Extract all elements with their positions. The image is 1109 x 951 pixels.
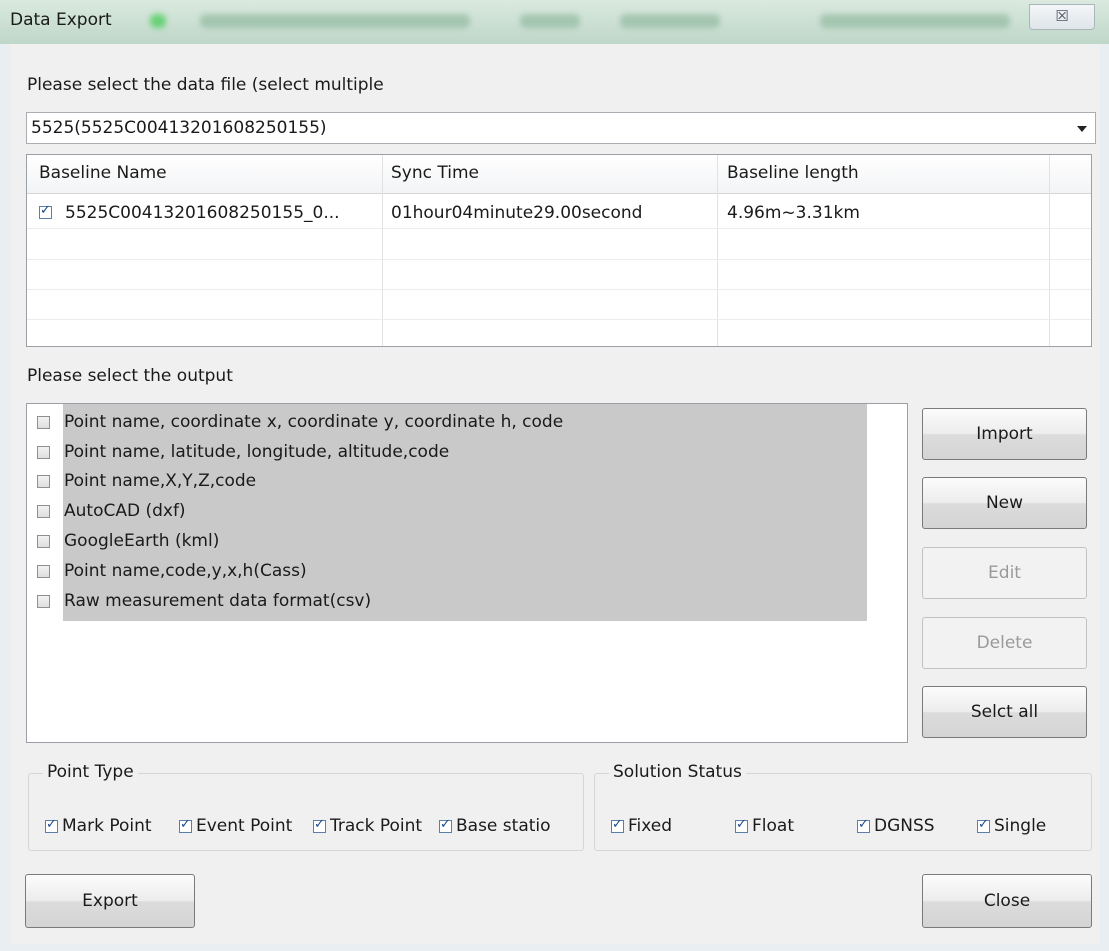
output-item[interactable]: GoogleEarth (kml) [37,531,219,561]
cell-sync-time: 01hour04minute29.00second [391,203,643,223]
close-window-button[interactable]: ☒ [1029,4,1095,30]
baseline-table: Baseline Name Sync Time Baseline length … [26,154,1092,347]
output-format-list: Point name, coordinate x, coordinate y, … [26,403,908,743]
point-type-group: Point Type Mark Point Event Point Track … [28,762,584,851]
column-header-baseline-name[interactable]: Baseline Name [39,163,167,183]
blurred-title-area [200,14,470,28]
row-checkbox[interactable] [39,202,52,222]
item-checkbox[interactable] [37,415,50,429]
import-button[interactable]: Import [922,408,1087,460]
chevron-down-icon [1077,126,1087,132]
column-header-sync-time[interactable]: Sync Time [391,163,479,183]
fixed-label: Fixed [628,816,673,836]
blurred-title-area [820,14,1010,28]
output-item[interactable]: AutoCAD (dxf) [37,501,186,531]
item-checkbox[interactable] [37,504,50,518]
float-label: Float [752,816,794,836]
output-item-label: Point name, latitude, longitude, altitud… [64,442,450,462]
window-title: Data Export [10,10,112,30]
point-type-title: Point Type [43,762,138,782]
checkbox-mark-point[interactable]: Mark Point [45,816,152,836]
data-file-label: Please select the data file (select mult… [27,75,384,95]
item-checkbox[interactable] [37,445,50,459]
cell-baseline-length: 4.96m~3.31km [727,203,860,223]
output-item[interactable]: Point name,X,Y,Z,code [37,471,256,501]
table-row[interactable]: 5525C00413201608250155_0... 01hour04minu… [27,199,1091,229]
output-item-label: GoogleEarth (kml) [64,531,220,551]
data-file-dropdown[interactable]: 5525(5525C00413201608250155) [26,112,1096,144]
select-all-button[interactable]: Selct all [922,686,1087,738]
track-point-label: Track Point [330,816,423,836]
item-checkbox[interactable] [37,534,50,548]
base-station-label: Base statio [456,816,551,836]
mark-point-label: Mark Point [62,816,152,836]
close-button[interactable]: Close [922,874,1092,928]
title-bar: Data Export ☒ [0,0,1109,44]
checkbox-event-point[interactable]: Event Point [179,816,292,836]
checkbox-float[interactable]: Float [735,816,794,836]
output-item-label: Point name,code,y,x,h(Cass) [64,561,307,581]
output-item-label: Raw measurement data format(csv) [64,591,372,611]
checkbox-track-point[interactable]: Track Point [313,816,422,836]
checkbox-fixed[interactable]: Fixed [611,816,672,836]
solution-status-group: Solution Status Fixed Float DGNSS Single [594,762,1092,851]
item-checkbox[interactable] [37,474,50,488]
data-file-selected: 5525(5525C00413201608250155) [31,118,327,138]
table-header: Baseline Name Sync Time Baseline length [27,155,1091,194]
column-header-baseline-length[interactable]: Baseline length [727,163,859,183]
output-item[interactable]: Point name,code,y,x,h(Cass) [37,561,307,591]
checkbox-dgnss[interactable]: DGNSS [857,816,935,836]
output-item-label: Point name,X,Y,Z,code [64,471,257,491]
item-checkbox[interactable] [37,594,50,608]
item-checkbox[interactable] [37,564,50,578]
close-icon: ☒ [1055,7,1069,25]
checkbox-single[interactable]: Single [977,816,1046,836]
delete-button[interactable]: Delete [922,617,1087,669]
output-item[interactable]: Point name, latitude, longitude, altitud… [37,442,449,472]
export-button[interactable]: Export [25,874,195,928]
solution-status-title: Solution Status [609,762,746,782]
output-item[interactable]: Point name, coordinate x, coordinate y, … [37,412,563,442]
output-item[interactable]: Raw measurement data format(csv) [37,591,371,621]
edit-button[interactable]: Edit [922,547,1087,599]
dgnss-label: DGNSS [874,816,935,836]
blurred-title-area [520,14,580,28]
output-item-label: AutoCAD (dxf) [64,501,186,521]
new-button[interactable]: New [922,477,1087,529]
event-point-label: Event Point [196,816,293,836]
blurred-title-area [620,14,720,28]
single-label: Single [994,816,1047,836]
output-label: Please select the output [27,366,233,386]
cell-baseline-name: 5525C00413201608250155_0... [65,203,340,223]
app-status-icon [150,14,166,28]
output-item-label: Point name, coordinate x, coordinate y, … [64,412,564,432]
checkbox-base-station[interactable]: Base statio [439,816,551,836]
